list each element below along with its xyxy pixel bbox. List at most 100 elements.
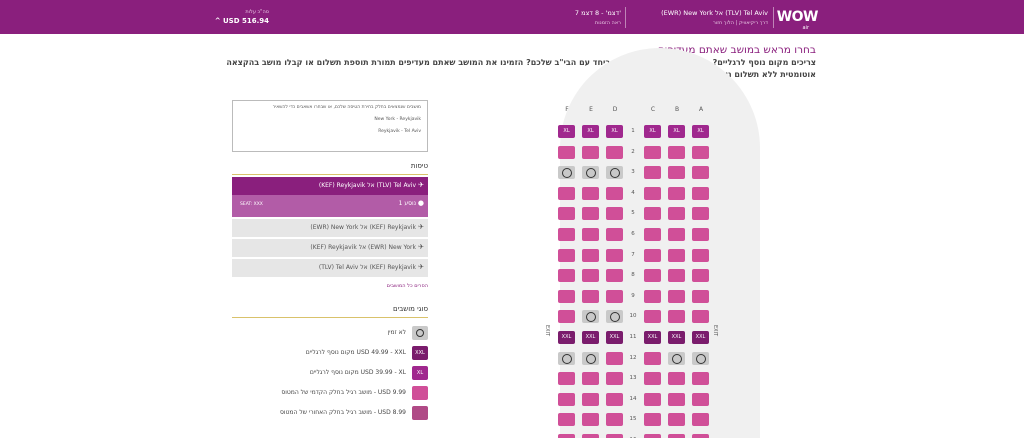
seat-8a[interactable] (692, 269, 709, 283)
seat-12b (668, 351, 685, 365)
seat-4a[interactable] (692, 186, 709, 200)
seat-15e[interactable] (582, 413, 599, 427)
seat-14a[interactable] (692, 392, 709, 406)
seat-2c[interactable] (644, 145, 661, 159)
seat-16c[interactable] (644, 434, 661, 438)
seat-1d[interactable]: XL (606, 125, 623, 138)
passenger-row[interactable]: SEAT: XXX נוסע 1 ● (232, 195, 428, 217)
seat-13e[interactable] (582, 372, 599, 386)
seat-9c[interactable] (644, 289, 661, 303)
seat-3b[interactable] (668, 166, 685, 180)
seat-11b[interactable]: XXL (668, 331, 685, 344)
seat-15b[interactable] (668, 413, 685, 427)
flight-leg-active[interactable]: (KEF) Reykjavik אל (TLV) Tel Aviv ✈ (232, 177, 428, 195)
seat-2a[interactable] (692, 145, 709, 159)
total-price-toggle[interactable]: ^ USD 516.94 (209, 17, 269, 25)
seat-1c[interactable]: XL (644, 125, 661, 138)
seat-11a[interactable]: XXL (692, 331, 709, 344)
flight-leg[interactable]: (KEF) Reykjavik אל (EWR) New York ✈ (232, 239, 428, 257)
seat-9a[interactable] (692, 289, 709, 303)
seat-7d[interactable] (606, 248, 623, 262)
seat-15a[interactable] (692, 413, 709, 427)
seat-7c[interactable] (644, 248, 661, 262)
seat-12d[interactable] (606, 351, 623, 365)
seat-10b[interactable] (668, 310, 685, 324)
seat-4c[interactable] (644, 186, 661, 200)
seat-8c[interactable] (644, 269, 661, 283)
seat-14e[interactable] (582, 392, 599, 406)
seat-4e[interactable] (582, 186, 599, 200)
dates-summary[interactable]: 7 דצמ' - 8 דצמ' ראה הזמנות (575, 9, 621, 26)
seat-3a[interactable] (692, 166, 709, 180)
seat-8e[interactable] (582, 269, 599, 283)
seat-16d[interactable] (606, 434, 623, 438)
seat-9d[interactable] (606, 289, 623, 303)
seat-2b[interactable] (668, 145, 685, 159)
row-number: 4 (631, 189, 635, 196)
seat-8b[interactable] (668, 269, 685, 283)
seat-5f[interactable] (558, 207, 575, 221)
seat-5d[interactable] (606, 207, 623, 221)
seat-2e[interactable] (582, 145, 599, 159)
seat-2f[interactable] (558, 145, 575, 159)
wow-logo[interactable]: WOW (777, 9, 819, 25)
seat-12c[interactable] (644, 351, 661, 365)
seat-11f[interactable]: XXL (558, 331, 575, 344)
seat-1a[interactable]: XL (692, 125, 709, 138)
seat-16f[interactable] (558, 434, 575, 438)
seat-13d[interactable] (606, 372, 623, 386)
seat-4b[interactable] (668, 186, 685, 200)
seat-10c[interactable] (644, 310, 661, 324)
seat-4f[interactable] (558, 186, 575, 200)
seat-15c[interactable] (644, 413, 661, 427)
seat-16a[interactable] (692, 434, 709, 438)
seat-11e[interactable]: XXL (582, 331, 599, 344)
seat-1e[interactable]: XL (582, 125, 599, 138)
seat-14d[interactable] (606, 392, 623, 406)
seat-4d[interactable] (606, 186, 623, 200)
seat-3c[interactable] (644, 166, 661, 180)
seat-13c[interactable] (644, 372, 661, 386)
seat-7b[interactable] (668, 248, 685, 262)
clear-seats-link[interactable]: הסרים כל המושבים (232, 283, 428, 289)
seat-1f[interactable]: XL (558, 125, 575, 138)
seat-13a[interactable] (692, 372, 709, 386)
seat-14b[interactable] (668, 392, 685, 406)
seat-5e[interactable] (582, 207, 599, 221)
seat-6a[interactable] (692, 228, 709, 241)
seat-2d[interactable] (606, 145, 623, 159)
seat-6b[interactable] (668, 228, 685, 241)
seat-10a[interactable] (692, 310, 709, 324)
seat-1b[interactable]: XL (668, 125, 685, 138)
seat-13b[interactable] (668, 372, 685, 386)
seat-7f[interactable] (558, 248, 575, 262)
seat-5a[interactable] (692, 207, 709, 221)
rear-seat-swatch (412, 406, 428, 420)
seat-9f[interactable] (558, 289, 575, 303)
seat-8d[interactable] (606, 269, 623, 283)
seat-13f[interactable] (558, 372, 575, 386)
seat-15d[interactable] (606, 413, 623, 427)
flight-leg[interactable]: (EWR) New York אל (KEF) Reykjavik ✈ (232, 219, 428, 237)
flight-leg[interactable]: (TLV) Tel Aviv אל (KEF) Reykjavik ✈ (232, 259, 428, 277)
seat-7a[interactable] (692, 248, 709, 262)
seat-16e[interactable] (582, 434, 599, 438)
seat-14f[interactable] (558, 392, 575, 406)
seat-16b[interactable] (668, 434, 685, 438)
seat-11c[interactable]: XXL (644, 331, 661, 344)
seat-8f[interactable] (558, 269, 575, 283)
seat-6d[interactable] (606, 228, 623, 241)
seat-5b[interactable] (668, 207, 685, 221)
seat-15f[interactable] (558, 413, 575, 427)
seat-11d[interactable]: XXL (606, 331, 623, 344)
seat-6c[interactable] (644, 228, 661, 241)
seat-14c[interactable] (644, 392, 661, 406)
seat-6e[interactable] (582, 228, 599, 241)
seat-9e[interactable] (582, 289, 599, 303)
seat-9b[interactable] (668, 289, 685, 303)
seat-7e[interactable] (582, 248, 599, 262)
seat-5c[interactable] (644, 207, 661, 221)
route-summary[interactable]: (EWR) New York אל (TLV) Tel Aviv דרך ריק… (661, 9, 768, 26)
seat-6f[interactable] (558, 228, 575, 241)
seat-10f[interactable] (558, 310, 575, 324)
